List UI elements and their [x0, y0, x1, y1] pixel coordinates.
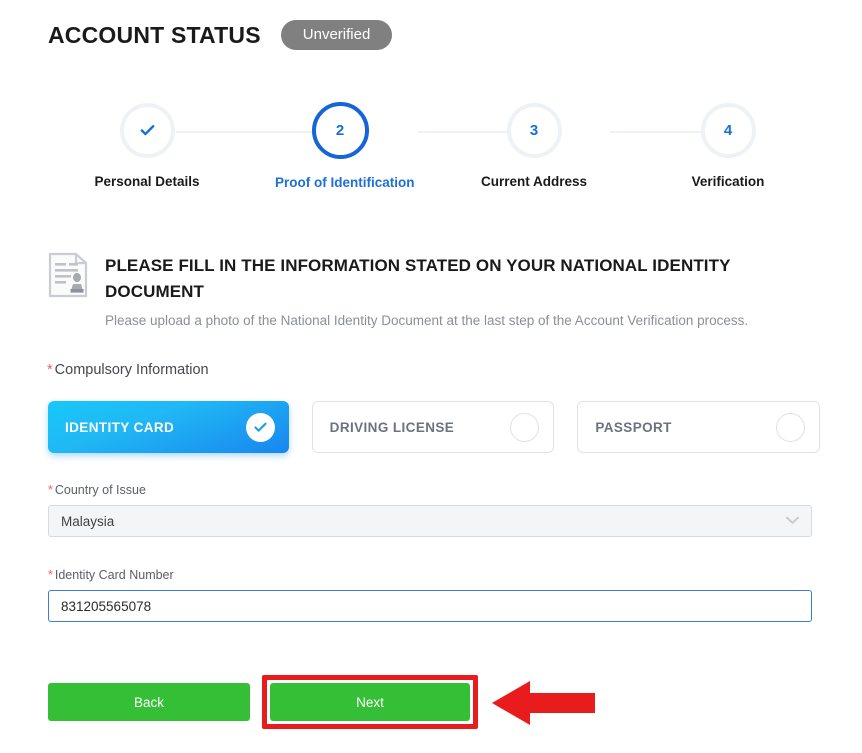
- section-heading: PLEASE FILL IN THE INFORMATION STATED ON…: [105, 256, 731, 302]
- next-button[interactable]: Next: [270, 683, 470, 721]
- account-status-header: ACCOUNT STATUS Unverified: [48, 20, 393, 50]
- country-of-issue-label: * Country of Issue: [48, 483, 146, 497]
- compulsory-information-label: * Compulsory Information: [47, 362, 209, 378]
- stepper-step-personal-details[interactable]: Personal Details: [82, 100, 212, 189]
- option-driving-license[interactable]: DRIVING LICENSE: [311, 401, 555, 453]
- compulsory-information-text: Compulsory Information: [54, 362, 209, 378]
- chevron-down-icon[interactable]: [786, 515, 799, 527]
- option-label-passport: PASSPORT: [595, 419, 672, 435]
- stepper-label-1: Personal Details: [94, 174, 200, 189]
- identity-card-number-label: * Identity Card Number: [48, 568, 174, 582]
- required-marker: *: [48, 568, 53, 582]
- required-marker: *: [47, 362, 53, 378]
- required-marker: *: [48, 483, 53, 497]
- progress-stepper: Personal Details 2 Proof of Identificati…: [48, 100, 823, 200]
- step-circle-1: [119, 103, 175, 158]
- option-label-identity-card: IDENTITY CARD: [65, 419, 175, 435]
- option-identity-card[interactable]: IDENTITY CARD: [48, 401, 289, 453]
- radio-unchecked-icon[interactable]: [510, 412, 540, 442]
- page-title: ACCOUNT STATUS: [48, 21, 261, 48]
- step-circle-4: 4: [700, 103, 756, 158]
- identity-card-number-label-text: Identity Card Number: [54, 568, 174, 582]
- step-circle-2: 2: [311, 102, 369, 159]
- stepper-label-4: Verification: [691, 174, 765, 189]
- stepper-label-3: Current Address: [480, 174, 588, 189]
- document-type-options: IDENTITY CARD DRIVING LICENSE PASSPORT: [48, 401, 821, 453]
- country-of-issue-value: Malaysia: [61, 513, 115, 529]
- country-of-issue-select[interactable]: Malaysia: [48, 505, 812, 537]
- step-circle-3: 3: [506, 103, 562, 158]
- annotation-left-pointing-arrow: [492, 679, 596, 726]
- identity-card-number-value: 831205565078: [61, 598, 152, 614]
- identity-document-icon: [47, 252, 89, 298]
- radio-unchecked-icon[interactable]: [776, 412, 806, 442]
- stepper-step-proof-of-identification[interactable]: 2 Proof of Identification: [275, 100, 415, 190]
- check-icon: [139, 122, 156, 139]
- status-badge: Unverified: [280, 20, 393, 50]
- option-label-driving-license: DRIVING LICENSE: [329, 419, 455, 435]
- stepper-step-verification[interactable]: 4 Verification: [663, 100, 793, 189]
- stepper-step-current-address[interactable]: 3 Current Address: [469, 100, 599, 189]
- back-button[interactable]: Back: [48, 683, 250, 721]
- stepper-label-2: Proof of Identification: [275, 175, 415, 190]
- section-subtext: Please upload a photo of the National Id…: [105, 313, 749, 328]
- option-passport[interactable]: PASSPORT: [577, 401, 821, 453]
- identity-card-number-input[interactable]: 831205565078: [48, 590, 812, 622]
- radio-checked-icon[interactable]: [245, 412, 275, 442]
- country-of-issue-label-text: Country of Issue: [54, 483, 146, 497]
